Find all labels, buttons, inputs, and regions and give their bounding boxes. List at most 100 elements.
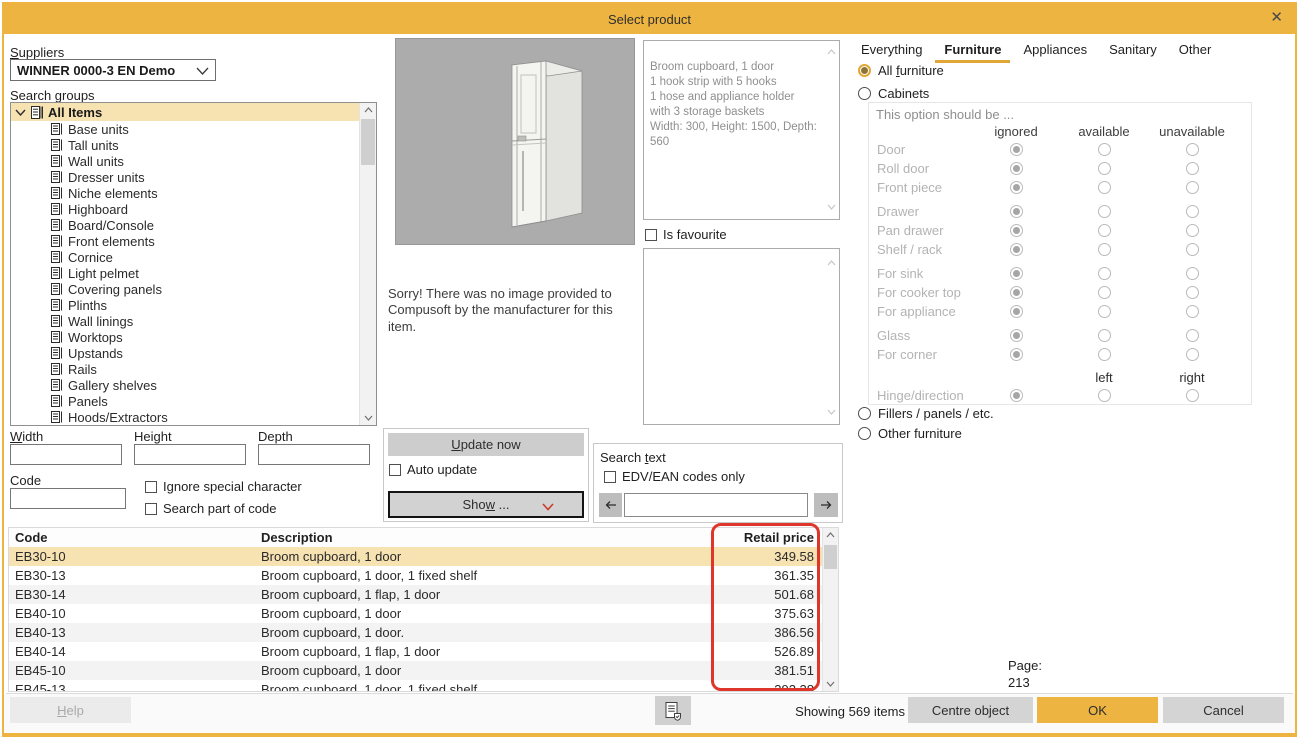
option-radio-drawer-available[interactable]: [1098, 205, 1111, 218]
option-radio-for-appliance-unavailable[interactable]: [1186, 305, 1199, 318]
search-text-input[interactable]: [624, 493, 808, 517]
ok-button[interactable]: OK: [1037, 697, 1158, 723]
option-radio-roll-door-ignored[interactable]: [1010, 162, 1023, 175]
option-radio-for-corner-available[interactable]: [1098, 348, 1111, 361]
tree-item-all-items[interactable]: All Items: [11, 103, 376, 121]
is-favourite-checkbox[interactable]: Is favourite: [645, 227, 727, 242]
option-radio-for-cooker-top-ignored[interactable]: [1010, 286, 1023, 299]
scroll-down-icon[interactable]: [360, 415, 376, 421]
column-header-description[interactable]: Description: [261, 530, 718, 545]
all-furniture-radio[interactable]: All furniture: [858, 63, 944, 78]
option-radio-shelf-rack-available[interactable]: [1098, 243, 1111, 256]
scroll-down-icon[interactable]: [827, 402, 836, 420]
scrollbar-thumb[interactable]: [824, 545, 837, 569]
option-radio-pan-drawer-ignored[interactable]: [1010, 224, 1023, 237]
tree-item-dresser-units[interactable]: Dresser units: [11, 169, 376, 185]
result-row-eb45-10[interactable]: EB45-10Broom cupboard, 1 door381.51: [9, 661, 822, 680]
tree-item-highboard[interactable]: Highboard: [11, 201, 376, 217]
tree-item-hoods-extractors[interactable]: Hoods/Extractors: [11, 409, 376, 425]
other-furniture-radio[interactable]: Other furniture: [858, 426, 962, 441]
option-radio-for-appliance-ignored[interactable]: [1010, 305, 1023, 318]
option-radio-pan-drawer-available[interactable]: [1098, 224, 1111, 237]
tree-item-front-elements[interactable]: Front elements: [11, 233, 376, 249]
depth-input[interactable]: [258, 444, 370, 465]
option-radio-hinge-direction-available[interactable]: [1098, 389, 1111, 402]
option-radio-for-sink-unavailable[interactable]: [1186, 267, 1199, 280]
result-row-eb30-14[interactable]: EB30-14Broom cupboard, 1 flap, 1 door501…: [9, 585, 822, 604]
option-radio-for-cooker-top-unavailable[interactable]: [1186, 286, 1199, 299]
scroll-up-icon[interactable]: [360, 107, 376, 113]
option-radio-front-piece-ignored[interactable]: [1010, 181, 1023, 194]
option-radio-glass-available[interactable]: [1098, 329, 1111, 342]
code-input[interactable]: [10, 488, 126, 509]
option-radio-door-available[interactable]: [1098, 143, 1111, 156]
tree-item-board-console[interactable]: Board/Console: [11, 217, 376, 233]
option-radio-for-sink-available[interactable]: [1098, 267, 1111, 280]
result-row-eb45-13[interactable]: EB45-13Broom cupboard, 1 door, 1 fixed s…: [9, 680, 822, 692]
tree-item-panels[interactable]: Panels: [11, 393, 376, 409]
checkbox-icon[interactable]: [145, 481, 157, 493]
tree-item-tall-units[interactable]: Tall units: [11, 137, 376, 153]
close-icon[interactable]: ✕: [1270, 9, 1283, 27]
tree-item-light-pelmet[interactable]: Light pelmet: [11, 265, 376, 281]
scroll-up-icon[interactable]: [827, 45, 836, 60]
update-now-button[interactable]: Update now: [388, 433, 584, 456]
cancel-button[interactable]: Cancel: [1163, 697, 1284, 723]
cabinets-radio[interactable]: Cabinets: [858, 86, 929, 101]
option-radio-shelf-rack-unavailable[interactable]: [1186, 243, 1199, 256]
edv-ean-checkbox[interactable]: EDV/EAN codes only: [604, 469, 745, 484]
option-radio-for-corner-ignored[interactable]: [1010, 348, 1023, 361]
help-button[interactable]: Help: [10, 697, 131, 723]
scroll-down-icon[interactable]: [827, 200, 836, 215]
option-radio-shelf-rack-ignored[interactable]: [1010, 243, 1023, 256]
tree-item-base-units[interactable]: Base units: [11, 121, 376, 137]
checkbox-icon[interactable]: [645, 229, 657, 241]
column-header-code[interactable]: Code: [9, 530, 261, 545]
result-row-eb40-13[interactable]: EB40-13Broom cupboard, 1 door.386.56: [9, 623, 822, 642]
scroll-up-icon[interactable]: [827, 253, 836, 271]
radio-icon[interactable]: [858, 407, 871, 420]
tree-item-wall-units[interactable]: Wall units: [11, 153, 376, 169]
option-radio-for-corner-unavailable[interactable]: [1186, 348, 1199, 361]
option-radio-for-sink-ignored[interactable]: [1010, 267, 1023, 280]
scroll-down-icon[interactable]: [823, 681, 838, 687]
tab-sanitary[interactable]: Sanitary: [1100, 40, 1166, 63]
prev-button[interactable]: [599, 493, 622, 517]
option-radio-front-piece-unavailable[interactable]: [1186, 181, 1199, 194]
option-radio-for-cooker-top-available[interactable]: [1098, 286, 1111, 299]
tree-item-upstands[interactable]: Upstands: [11, 345, 376, 361]
tree-item-gallery-shelves[interactable]: Gallery shelves: [11, 377, 376, 393]
option-radio-drawer-ignored[interactable]: [1010, 205, 1023, 218]
checkbox-icon[interactable]: [604, 471, 616, 483]
option-radio-roll-door-unavailable[interactable]: [1186, 162, 1199, 175]
show-button[interactable]: Show ...: [388, 491, 584, 518]
checkbox-icon[interactable]: [145, 503, 157, 515]
centre-object-button[interactable]: Centre object: [908, 697, 1033, 723]
next-button[interactable]: [814, 493, 838, 517]
search-part-checkbox[interactable]: Search part of code: [145, 501, 276, 516]
tree-item-rails[interactable]: Rails: [11, 361, 376, 377]
result-row-eb30-13[interactable]: EB30-13Broom cupboard, 1 door, 1 fixed s…: [9, 566, 822, 585]
suppliers-dropdown[interactable]: WINNER 0000-3 EN Demo: [10, 59, 216, 81]
option-radio-glass-ignored[interactable]: [1010, 329, 1023, 342]
option-radio-door-unavailable[interactable]: [1186, 143, 1199, 156]
extra-info-box[interactable]: [643, 248, 840, 425]
radio-icon[interactable]: [858, 427, 871, 440]
tree-item-covering-panels[interactable]: Covering panels: [11, 281, 376, 297]
result-row-eb30-10[interactable]: EB30-10Broom cupboard, 1 door349.58: [9, 547, 822, 566]
result-row-eb40-10[interactable]: EB40-10Broom cupboard, 1 door375.63: [9, 604, 822, 623]
option-radio-hinge-direction-unavailable[interactable]: [1186, 389, 1199, 402]
ignore-special-checkbox[interactable]: Ignore special character: [145, 479, 302, 494]
option-radio-door-ignored[interactable]: [1010, 143, 1023, 156]
tree-item-wall-linings[interactable]: Wall linings: [11, 313, 376, 329]
option-radio-glass-unavailable[interactable]: [1186, 329, 1199, 342]
tab-appliances[interactable]: Appliances: [1014, 40, 1096, 63]
height-input[interactable]: [134, 444, 246, 465]
fillers-radio[interactable]: Fillers / panels / etc.: [858, 406, 994, 421]
tree-item-worktops[interactable]: Worktops: [11, 329, 376, 345]
radio-icon[interactable]: [858, 64, 871, 77]
tree-item-plinths[interactable]: Plinths: [11, 297, 376, 313]
option-radio-hinge-direction-ignored[interactable]: [1010, 389, 1023, 402]
tree-item-niche-elements[interactable]: Niche elements: [11, 185, 376, 201]
column-header-retail-price[interactable]: Retail price: [718, 530, 822, 545]
